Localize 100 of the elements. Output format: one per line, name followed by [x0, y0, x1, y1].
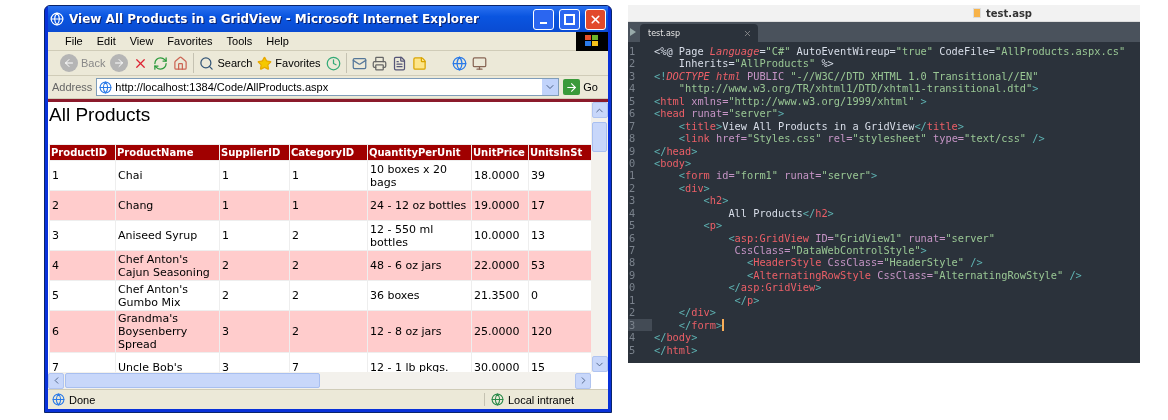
column-header: SupplierID	[219, 144, 290, 161]
go-button[interactable]: Go	[563, 79, 604, 95]
table-cell: 2	[49, 190, 116, 221]
code-line: <HeaderStyle CssClass="HeaderStyle" />	[746, 256, 983, 269]
code-line: <p>	[702, 219, 723, 232]
status-text: Done	[69, 393, 97, 406]
code-line: <div>	[677, 181, 710, 195]
line-number: 1	[628, 45, 637, 58]
table-cell: 12 - 550 ml bottles	[367, 220, 472, 251]
column-header: UnitPrice	[471, 144, 529, 161]
history-icon[interactable]	[325, 55, 341, 71]
menu-item[interactable]: View	[124, 35, 159, 47]
dropdown-button[interactable]	[542, 79, 559, 95]
refresh-icon[interactable]	[153, 55, 169, 71]
table-cell: Chef Anton's Gumbo Mix	[115, 280, 220, 311]
minimize-icon	[540, 22, 547, 24]
page-icon	[99, 80, 113, 94]
print-icon[interactable]	[371, 55, 387, 71]
code-line: <form id="form1" runat="server">	[677, 169, 878, 182]
globe-icon[interactable]	[451, 55, 467, 71]
table-cell: 24 - 12 oz bottles	[367, 190, 472, 221]
menu-item[interactable]: Favorites	[162, 35, 218, 47]
table-cell: 2	[289, 220, 368, 251]
address-field[interactable]: http://localhost:1384/Code/AllProducts.aspx	[96, 78, 560, 96]
table-cell: 48 - 6 oz jars	[367, 250, 472, 281]
line-number: 7	[628, 244, 637, 257]
table-cell: 6	[49, 310, 116, 353]
column-header: CategoryID	[289, 144, 368, 161]
line-number: 9	[628, 144, 637, 157]
menu-item[interactable]: Help	[261, 35, 294, 47]
line-number: 1	[628, 293, 637, 307]
home-icon[interactable]	[173, 55, 189, 71]
line-number: 4	[628, 331, 637, 344]
table-cell: 5	[49, 280, 116, 311]
table-cell: Chai	[115, 160, 220, 191]
editor-tab[interactable]: test.asp	[640, 24, 758, 42]
code-line: <asp:GridView ID="GridView1" runat="server"	[727, 231, 996, 244]
minimize-button[interactable]	[533, 8, 554, 30]
table-cell: 1	[289, 160, 368, 191]
code-line: </html>	[653, 343, 698, 356]
code-line: </p>	[733, 293, 760, 307]
line-number: 0	[628, 281, 637, 294]
line-number: 6	[628, 107, 637, 120]
column-header: ProductName	[115, 144, 220, 161]
table-cell: 2	[219, 280, 290, 311]
code-line: </form>	[677, 318, 725, 332]
line-number: 8	[628, 256, 637, 269]
column-header: QuantityPerUnit	[367, 144, 472, 161]
table-cell: 2	[219, 250, 290, 281]
code-line: Inherits="AllProducts" %>	[677, 57, 834, 70]
table-cell: 0	[528, 280, 591, 311]
scroll-thumb[interactable]	[65, 373, 320, 388]
line-number: 1	[628, 169, 637, 182]
maximize-icon	[564, 13, 575, 25]
menu-item[interactable]: File	[60, 35, 88, 47]
code-line: <%@ Page Language="C#" AutoEventWireup="true" CodeFile="AllProducts.aspx.cs"	[653, 45, 1126, 58]
monitor-icon[interactable]	[471, 55, 487, 71]
line-number: 8	[628, 132, 637, 145]
go-arrow-icon	[565, 80, 579, 94]
table-cell: 17	[528, 190, 591, 221]
menu-item[interactable]: Tools	[221, 35, 258, 47]
code-line: </head>	[653, 144, 698, 157]
table-cell: 1	[49, 160, 116, 191]
window-title: View All Products in a GridView - Microsoft Internet Explorer	[69, 12, 480, 26]
table-cell: 120	[528, 310, 591, 353]
table-cell: 36 boxes	[367, 280, 472, 311]
mail-icon[interactable]	[351, 55, 367, 71]
menu-item[interactable]: Edit	[91, 35, 121, 47]
table-cell: 53	[528, 250, 591, 281]
scroll-thumb[interactable]	[592, 122, 607, 152]
line-number: 3	[628, 69, 637, 83]
code-line: <!DOCTYPE html PUBLIC "-//W3C//DTD XHTML 1.0 Transitional//EN"	[653, 69, 1039, 83]
code-line: CssClass="DataWebControlStyle">	[733, 244, 927, 257]
table-cell: 25.0000	[471, 310, 529, 353]
vertical-scrollbar[interactable]	[591, 102, 608, 372]
favorites-button[interactable]: Favorites	[257, 55, 321, 71]
close-icon[interactable]	[743, 28, 752, 38]
horizontal-scrollbar[interactable]	[48, 372, 591, 389]
search-button[interactable]: Search	[199, 55, 253, 71]
table-cell: 2	[289, 280, 368, 311]
address-label: Address	[52, 81, 93, 93]
table-cell: Grandma's Boysenberry Spread	[115, 310, 220, 353]
sidebar-toggle-icon[interactable]	[630, 28, 636, 36]
code-line: <AlternatingRowStyle CssClass="AlternatingRowStyle" />	[746, 268, 1082, 282]
table-cell: 2	[289, 250, 368, 281]
code-line: <link href="Styles.css" rel="stylesheet" type="text/css" />	[677, 132, 1045, 145]
browser-icon	[50, 12, 64, 26]
line-number: 4	[628, 206, 637, 220]
table-cell: 1	[219, 190, 290, 221]
maximize-button[interactable]	[559, 8, 580, 30]
close-button[interactable]	[585, 8, 606, 30]
document-icon[interactable]	[391, 55, 407, 71]
page-icon	[52, 393, 65, 406]
table-cell: 2	[289, 310, 368, 353]
table-cell: Chang	[115, 190, 220, 221]
globe-icon	[490, 393, 504, 406]
line-number: 5	[628, 219, 637, 232]
table-cell: 21.3500	[471, 280, 529, 311]
column-header: UnitsInSt	[528, 144, 591, 161]
line-number: 5	[628, 94, 637, 108]
